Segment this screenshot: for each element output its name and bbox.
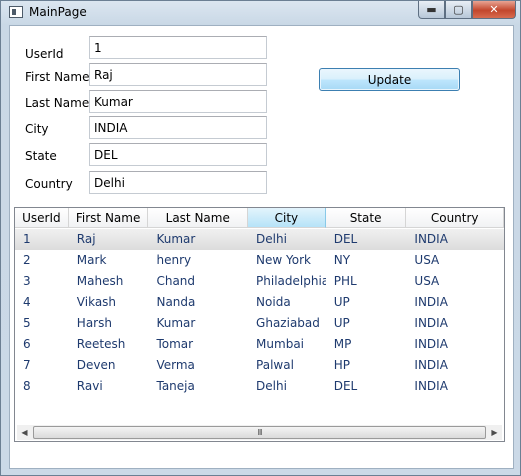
table-row[interactable]: 1 Raj Kumar Delhi DEL INDIA: [15, 229, 504, 250]
cell-last-name[interactable]: Kumar: [148, 229, 248, 250]
cell-city[interactable]: Palwal: [248, 355, 326, 376]
country-label: Country: [25, 177, 73, 191]
cell-state[interactable]: NY: [326, 250, 407, 271]
userid-field[interactable]: [89, 36, 267, 59]
users-data-grid[interactable]: UserId First Name Last Name City State Countr…: [14, 207, 505, 442]
state-field[interactable]: [89, 143, 267, 166]
column-header-state[interactable]: State: [325, 208, 407, 228]
cell-state[interactable]: UP: [326, 313, 407, 334]
cell-first-name[interactable]: Harsh: [69, 313, 149, 334]
cell-state[interactable]: DEL: [326, 229, 407, 250]
cell-userid[interactable]: 4: [15, 292, 69, 313]
window-title: MainPage: [29, 5, 87, 19]
cell-city[interactable]: Mumbai: [248, 334, 326, 355]
table-row[interactable]: 7 Deven Verma Palwal HP INDIA: [15, 355, 504, 376]
first-name-field[interactable]: [89, 63, 267, 86]
cell-city[interactable]: Philadelphia: [248, 271, 326, 292]
minimize-button[interactable]: ▬: [418, 1, 445, 19]
column-header-last-name[interactable]: Last Name: [148, 208, 249, 228]
cell-first-name[interactable]: Vikash: [69, 292, 149, 313]
cell-first-name[interactable]: Raj: [69, 229, 149, 250]
cell-state[interactable]: DEL: [326, 376, 407, 397]
last-name-field[interactable]: [89, 90, 267, 113]
table-row[interactable]: 5 Harsh Kumar Ghaziabad UP INDIA: [15, 313, 504, 334]
city-label: City: [25, 122, 49, 136]
cell-country[interactable]: INDIA: [406, 313, 504, 334]
maximize-icon: ▢: [453, 3, 464, 16]
window-controls: ▬ ▢ ✕: [418, 1, 516, 19]
cell-state[interactable]: PHL: [326, 271, 407, 292]
minimize-icon: ▬: [426, 3, 437, 16]
title-bar[interactable]: MainPage ▬ ▢ ✕: [1, 1, 520, 25]
cell-last-name[interactable]: Nanda: [148, 292, 248, 313]
table-row[interactable]: 3 Mahesh Chand Philadelphia PHL USA: [15, 271, 504, 292]
cell-city[interactable]: New York: [248, 250, 326, 271]
city-field[interactable]: [89, 116, 267, 139]
column-header-userid[interactable]: UserId: [15, 208, 69, 228]
window-icon[interactable]: [9, 6, 23, 18]
cell-country[interactable]: USA: [406, 250, 504, 271]
cell-last-name[interactable]: Taneja: [148, 376, 248, 397]
cell-country[interactable]: INDIA: [406, 229, 504, 250]
cell-state[interactable]: UP: [326, 292, 407, 313]
table-row[interactable]: 6 Reetesh Tomar Mumbai MP INDIA: [15, 334, 504, 355]
table-row[interactable]: 2 Mark henry New York NY USA: [15, 250, 504, 271]
table-row[interactable]: 4 Vikash Nanda Noida UP INDIA: [15, 292, 504, 313]
close-icon: ✕: [489, 3, 499, 16]
cell-userid[interactable]: 3: [15, 271, 69, 292]
scroll-thumb-grip: III: [257, 428, 262, 437]
maximize-button[interactable]: ▢: [445, 1, 472, 19]
main-window: MainPage ▬ ▢ ✕ UserId First Name Last Na…: [0, 0, 521, 476]
cell-first-name[interactable]: Ravi: [69, 376, 149, 397]
main-content: UserId First Name Last Name City State C…: [9, 25, 514, 469]
cell-city[interactable]: Delhi: [248, 229, 326, 250]
country-field[interactable]: [89, 171, 267, 194]
grid-header: UserId First Name Last Name City State Countr…: [15, 208, 504, 228]
scroll-thumb[interactable]: III: [33, 426, 486, 439]
horizontal-scrollbar[interactable]: ◀ III ▶: [17, 425, 502, 440]
update-button[interactable]: Update: [319, 68, 460, 91]
last-name-label: Last Name: [25, 96, 90, 110]
scroll-right-icon[interactable]: ▶: [487, 425, 502, 440]
cell-userid[interactable]: 6: [15, 334, 69, 355]
cell-city[interactable]: Noida: [248, 292, 326, 313]
table-row[interactable]: 8 Ravi Taneja Delhi DEL INDIA: [15, 376, 504, 397]
cell-city[interactable]: Delhi: [248, 376, 326, 397]
cell-country[interactable]: INDIA: [406, 334, 504, 355]
cell-last-name[interactable]: Kumar: [148, 313, 248, 334]
cell-first-name[interactable]: Mahesh: [69, 271, 149, 292]
cell-state[interactable]: MP: [326, 334, 407, 355]
cell-userid[interactable]: 8: [15, 376, 69, 397]
cell-userid[interactable]: 1: [15, 229, 69, 250]
cell-first-name[interactable]: Mark: [69, 250, 149, 271]
cell-last-name[interactable]: Verma: [148, 355, 248, 376]
cell-country[interactable]: USA: [406, 271, 504, 292]
cell-first-name[interactable]: Deven: [69, 355, 149, 376]
cell-userid[interactable]: 5: [15, 313, 69, 334]
cell-last-name[interactable]: henry: [148, 250, 248, 271]
cell-last-name[interactable]: Tomar: [148, 334, 248, 355]
scroll-left-icon[interactable]: ◀: [17, 425, 32, 440]
cell-last-name[interactable]: Chand: [148, 271, 248, 292]
cell-userid[interactable]: 7: [15, 355, 69, 376]
column-header-city[interactable]: City: [248, 208, 326, 228]
cell-country[interactable]: INDIA: [406, 376, 504, 397]
column-header-country[interactable]: Country: [406, 208, 504, 228]
column-header-first-name[interactable]: First Name: [68, 208, 149, 228]
close-button[interactable]: ✕: [472, 1, 516, 19]
cell-state[interactable]: HP: [326, 355, 407, 376]
cell-city[interactable]: Ghaziabad: [248, 313, 326, 334]
first-name-label: First Name: [25, 70, 90, 84]
userid-label: UserId: [25, 47, 64, 61]
cell-userid[interactable]: 2: [15, 250, 69, 271]
cell-first-name[interactable]: Reetesh: [69, 334, 149, 355]
state-label: State: [25, 149, 57, 163]
cell-country[interactable]: INDIA: [406, 292, 504, 313]
cell-country[interactable]: INDIA: [406, 355, 504, 376]
